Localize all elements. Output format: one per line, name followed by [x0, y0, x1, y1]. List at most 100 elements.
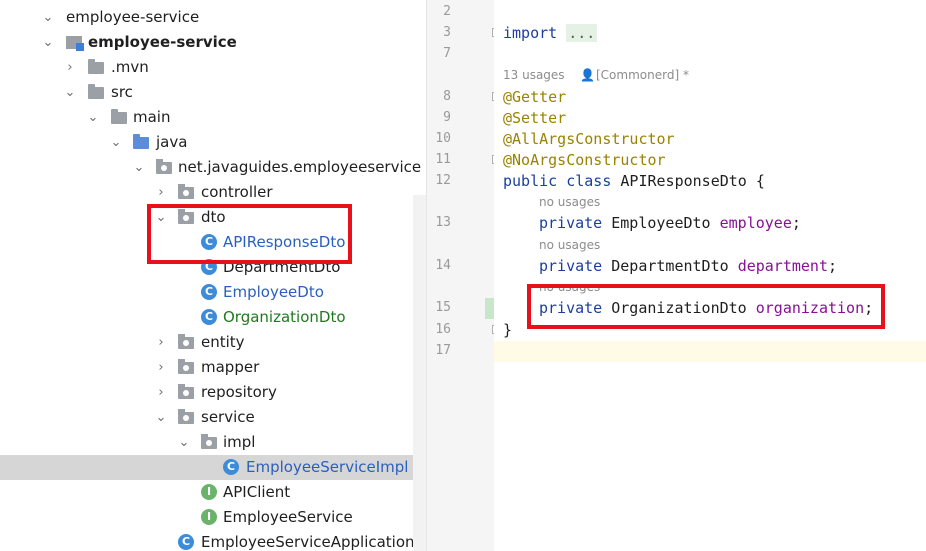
tree-item-label: java [156, 133, 188, 151]
class-icon: C [223, 459, 239, 475]
chevron-down-icon[interactable]: ⌄ [133, 155, 145, 180]
tree-item-label: employee-service [88, 33, 237, 51]
annotation-noargs: @NoArgsConstructor [503, 151, 666, 169]
tree-item-label: service [201, 408, 255, 426]
package-icon [178, 409, 194, 424]
line-number: 14 [435, 258, 451, 273]
tree-item-apiresponsedto[interactable]: C APIResponseDto [0, 230, 426, 255]
tree-item-label: EmployeeServiceApplication [201, 533, 415, 551]
chevron-right-icon[interactable]: › [155, 355, 167, 380]
class-name: APIResponseDto { [620, 172, 765, 190]
line-number: 9 [443, 110, 451, 125]
semicolon: ; [864, 299, 874, 317]
tree-item-label: mapper [201, 358, 260, 376]
tree-item-service[interactable]: ⌄ service [0, 405, 426, 430]
project-tree-panel: ⌄ employee-service ⌄ employee-service › … [0, 0, 426, 551]
tree-item-label: impl [223, 433, 256, 451]
tree-item-apiclient[interactable]: I APIClient [0, 480, 426, 505]
tree-item-main[interactable]: ⌄ main [0, 105, 426, 130]
tree-item-label: APIClient [223, 483, 291, 501]
tree-item-label: EmployeeService [223, 508, 353, 526]
tree-item-java[interactable]: ⌄ java [0, 130, 426, 155]
tree-item-employeeserviceapplication[interactable]: C EmployeeServiceApplication [0, 530, 426, 551]
field-name: employee [719, 214, 792, 232]
tree-item-repository[interactable]: › repository [0, 380, 426, 405]
import-keyword: import [503, 24, 558, 42]
code-line-import: import ... [503, 23, 598, 43]
tree-item-label: .mvn [111, 58, 149, 76]
code-line-field-employee: private EmployeeDto employee; [539, 213, 801, 233]
module-icon [66, 36, 84, 51]
code-line-class-decl: public class APIResponseDto { [503, 171, 765, 191]
tree-item-mapper[interactable]: › mapper [0, 355, 426, 380]
annotation-setter: @Setter [503, 109, 567, 127]
chevron-down-icon[interactable]: ⌄ [42, 5, 54, 30]
field-type: DepartmentDto [611, 257, 729, 275]
tree-item-controller[interactable]: › controller [0, 180, 426, 205]
class-keyword: class [566, 172, 612, 190]
folder-icon [88, 84, 104, 99]
chevron-down-icon[interactable]: ⌄ [178, 430, 190, 455]
line-number-gutter: 2 3 7 8 9 10 11 12 13 14 15 16 17 [426, 0, 501, 551]
tree-item-label: main [133, 108, 171, 126]
tree-item-mvn[interactable]: › .mvn [0, 55, 426, 80]
tree-item-package-root[interactable]: ⌄ net.javaguides.employeeservice [0, 155, 426, 180]
chevron-down-icon[interactable]: ⌄ [42, 30, 54, 55]
no-usages-hint[interactable]: no usages [539, 238, 600, 252]
tree-item-label: src [111, 83, 133, 101]
tree-item-departmentdto[interactable]: C DepartmentDto [0, 255, 426, 280]
tree-item-label: net.javaguides.employeeservice [178, 158, 422, 176]
line-number: 13 [435, 215, 451, 230]
package-icon [201, 434, 217, 449]
line-number: 15 [435, 300, 451, 315]
tree-item-organizationdto[interactable]: C OrganizationDto [0, 305, 426, 330]
tree-item-employeeserviceimpl[interactable]: C EmployeeServiceImpl [0, 455, 426, 480]
package-icon [178, 384, 194, 399]
class-icon: C [201, 234, 217, 250]
chevron-down-icon[interactable]: ⌄ [155, 405, 167, 430]
chevron-down-icon[interactable]: ⌄ [155, 205, 167, 230]
code-line-field-organization: private OrganizationDto organization; [539, 298, 873, 318]
tree-item-label: controller [201, 183, 273, 201]
tree-item-label: repository [201, 383, 277, 401]
class-icon: C [201, 259, 217, 275]
no-usages-hint[interactable]: no usages [539, 195, 600, 209]
tree-item-impl[interactable]: ⌄ impl [0, 430, 426, 455]
chevron-down-icon[interactable]: ⌄ [110, 130, 122, 155]
tree-item-src[interactable]: ⌄ src [0, 80, 426, 105]
tree-item-label: EmployeeDto [223, 283, 324, 301]
private-keyword: private [539, 299, 603, 317]
class-icon: C [201, 284, 217, 300]
interface-icon: I [201, 509, 217, 525]
tree-item-employee-service-module[interactable]: ⌄ employee-service [0, 30, 426, 55]
chevron-right-icon[interactable]: › [155, 180, 167, 205]
tree-item-dto[interactable]: ⌄ dto [0, 205, 426, 230]
line-number: 2 [443, 4, 451, 19]
chevron-down-icon[interactable]: ⌄ [87, 105, 99, 130]
folded-imports[interactable]: ... [566, 24, 598, 42]
tree-item-employee-service-root[interactable]: ⌄ employee-service [0, 5, 426, 30]
no-usages-hint[interactable]: no usages [539, 280, 600, 294]
chevron-down-icon[interactable]: ⌄ [64, 80, 76, 105]
chevron-right-icon[interactable]: › [155, 380, 167, 405]
folder-icon [111, 109, 127, 124]
package-icon [156, 159, 172, 174]
tree-item-employeedto[interactable]: C EmployeeDto [0, 280, 426, 305]
private-keyword: private [539, 257, 603, 275]
line-number: 7 [443, 46, 451, 61]
tree-item-employeeservice[interactable]: I EmployeeService [0, 505, 426, 530]
annotation-allargs: @AllArgsConstructor [503, 130, 675, 148]
public-keyword: public [503, 172, 558, 190]
package-icon [178, 334, 194, 349]
chevron-right-icon[interactable]: › [64, 55, 76, 80]
chevron-right-icon[interactable]: › [155, 330, 167, 355]
author-hint[interactable]: [Commonerd] * [596, 68, 689, 82]
user-icon: 👤 [580, 68, 595, 82]
current-line-highlight [494, 341, 926, 362]
tree-item-label: EmployeeServiceImpl [246, 458, 409, 476]
tree-item-entity[interactable]: › entity [0, 330, 426, 355]
semicolon: ; [791, 214, 801, 232]
vcs-change-marker [485, 298, 494, 319]
usages-hint[interactable]: 13 usages [503, 68, 565, 82]
tree-scrollbar[interactable] [413, 195, 426, 551]
